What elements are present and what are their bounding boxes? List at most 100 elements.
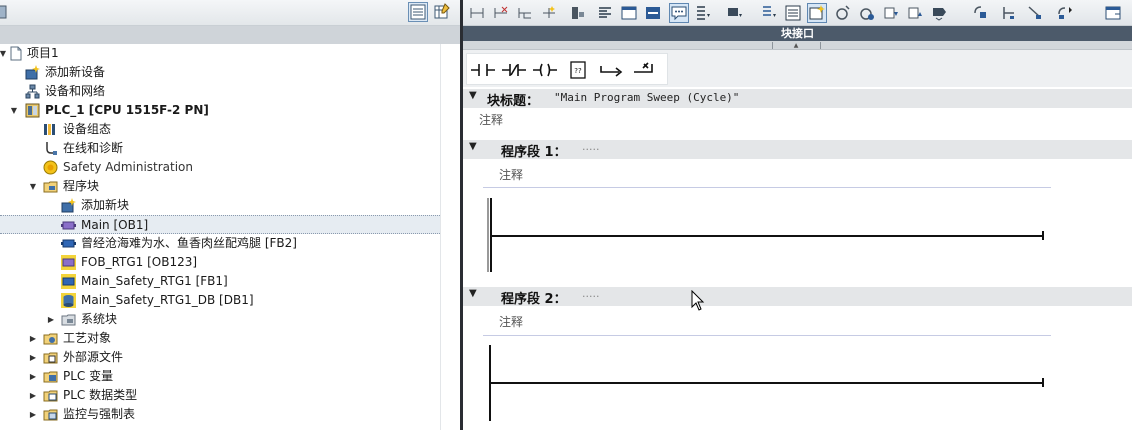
network-1-left-rail-shadow: [487, 198, 489, 272]
network-1-rung[interactable]: [492, 235, 1044, 237]
collapse-arrow-icon[interactable]: ▼: [9, 101, 19, 120]
compare-button[interactable]: [929, 3, 949, 23]
network-1-title-field[interactable]: .....: [582, 140, 599, 153]
close-branch-button[interactable]: [630, 60, 658, 80]
call-hierarchy-button[interactable]: [971, 3, 991, 23]
tree-item-devices-networks[interactable]: 设备和网络: [0, 82, 460, 101]
insert-network-button[interactable]: [467, 3, 487, 23]
assignment-button[interactable]: [999, 3, 1019, 23]
upload-button[interactable]: [905, 3, 925, 23]
add-device-icon: [25, 65, 40, 80]
tree-item-program-blocks[interactable]: ▼ 程序块: [0, 177, 460, 196]
tree-item-plc-tags[interactable]: ▶ PLC 变量: [0, 367, 460, 386]
collapse-caret-icon[interactable]: ▼: [469, 141, 477, 152]
collapse-caret-icon[interactable]: ▼: [469, 288, 477, 299]
open-branch-button[interactable]: [597, 60, 625, 80]
tree-item-add-device[interactable]: 添加新设备: [0, 63, 460, 82]
detail-view-button[interactable]: [408, 2, 428, 22]
tree-item-main-ob1[interactable]: Main [OB1]: [0, 215, 460, 234]
grip-icon[interactable]: ▲: [791, 43, 801, 49]
panel-icon: [646, 7, 660, 19]
empty-box-button[interactable]: ??: [564, 60, 592, 80]
project-icon: [10, 46, 22, 61]
block-icon: [572, 7, 584, 19]
block-title-value[interactable]: "Main Program Sweep (Cycle)": [554, 91, 739, 104]
tree-item-add-block[interactable]: 添加新块: [0, 196, 460, 215]
list-view-icon: [410, 4, 426, 20]
expand-arrow-icon[interactable]: ▶: [28, 329, 38, 348]
play-button[interactable]: [1055, 3, 1075, 23]
comment-toggle-button[interactable]: [669, 3, 689, 23]
network-2-rung[interactable]: [491, 382, 1044, 384]
no-contact-button[interactable]: [469, 60, 497, 80]
reference-icon: [1028, 6, 1041, 19]
collapse-arrow-icon[interactable]: ▼: [28, 177, 38, 196]
interface-splitter-ruler[interactable]: ▲: [463, 41, 1132, 50]
go-offline-button[interactable]: [857, 3, 877, 23]
block-button[interactable]: [567, 3, 587, 23]
tree-item-fob-rtg1[interactable]: FOB_RTG1 [OB123]: [0, 253, 460, 272]
download-button[interactable]: [881, 3, 901, 23]
normally-closed-contact-icon: [502, 64, 526, 76]
reference-button[interactable]: [1025, 3, 1045, 23]
expand-arrow-icon[interactable]: ▶: [28, 405, 38, 424]
tree-item-external-sources[interactable]: ▶ 外部源文件: [0, 348, 460, 367]
tree-item-system-blocks[interactable]: ▶ 系统块: [0, 310, 460, 329]
play-icon: [1058, 7, 1072, 19]
tree-item-project[interactable]: ▼ 项目1: [0, 44, 460, 63]
tree-item-fb2[interactable]: 曾经沧海难为水、鱼香肉丝配鸡腿 [FB2]: [0, 234, 460, 253]
absolute-address-button[interactable]: [759, 3, 779, 23]
monitor-button[interactable]: [725, 3, 745, 23]
tree-item-safety-admin[interactable]: Safety Administration: [0, 158, 460, 177]
favorites-button[interactable]: [807, 3, 827, 23]
expand-arrow-icon[interactable]: ▶: [28, 348, 38, 367]
nc-contact-button[interactable]: [500, 60, 528, 80]
tree-item-watch-tables[interactable]: ▶ 监控与强制表: [0, 405, 460, 424]
list-view-icon: [785, 5, 801, 21]
panel-button[interactable]: [643, 3, 663, 23]
branch-button[interactable]: [515, 3, 535, 23]
insert-branch-button[interactable]: [539, 3, 559, 23]
network-1-header[interactable]: ▼ 程序段 1： .....: [463, 140, 1132, 160]
delete-network-button[interactable]: [491, 3, 511, 23]
expand-all-button[interactable]: [693, 3, 713, 23]
editor-toolbar: [463, 0, 1132, 26]
tree-side-column: [440, 44, 460, 430]
branch-insert-icon: [543, 6, 555, 18]
tree-item-main-safety-fb1[interactable]: Main_Safety_RTG1 [FB1]: [0, 272, 460, 291]
tree-item-tech-objects[interactable]: ▶ 工艺对象: [0, 329, 460, 348]
block-interface-bar[interactable]: 块接口: [463, 26, 1132, 41]
align-left-button[interactable]: [595, 3, 615, 23]
tree-item-plc1[interactable]: ▼ PLC_1 [CPU 1515F-2 PN]: [0, 101, 460, 120]
comment-underline: [483, 335, 1051, 336]
tree-item-online-diag[interactable]: 在线和诊断: [0, 139, 460, 158]
comment-icon: [671, 6, 687, 21]
open-branch-icon: [600, 66, 623, 77]
collapse-arrow-icon[interactable]: ▼: [0, 44, 8, 63]
tree-item-main-safety-db1[interactable]: Main_Safety_RTG1_DB [DB1]: [0, 291, 460, 310]
block-title-label: 块标题：: [487, 94, 540, 109]
block-title-header[interactable]: ▼ 块标题： "Main Program Sweep (Cycle)": [463, 89, 1132, 109]
expand-arrow-icon[interactable]: ▶: [28, 386, 38, 405]
go-online-button[interactable]: [833, 3, 853, 23]
expand-arrow-icon[interactable]: ▶: [46, 310, 56, 329]
fb-block-icon: [61, 239, 76, 248]
network-2-rung-end: [1042, 378, 1044, 387]
network-2-title-field[interactable]: .....: [582, 287, 599, 300]
overview-button[interactable]: [432, 2, 452, 22]
safety-ob-icon: [61, 255, 76, 270]
window-split-button[interactable]: [1103, 3, 1123, 23]
assignment-icon: [1003, 7, 1014, 19]
view-lines-button[interactable]: [783, 3, 803, 23]
network-2-comment[interactable]: 注释: [499, 313, 523, 330]
tree-item-plc-datatypes[interactable]: ▶ PLC 数据类型: [0, 386, 460, 405]
network-2-header[interactable]: ▼ 程序段 2： .....: [463, 287, 1132, 307]
expand-arrow-icon[interactable]: ▶: [28, 367, 38, 386]
network-1-comment[interactable]: 注释: [499, 166, 523, 183]
expand-all-icon: [697, 6, 710, 20]
tree-item-device-config[interactable]: 设备组态: [0, 120, 460, 139]
collapse-caret-icon[interactable]: ▼: [469, 90, 477, 101]
block-comment[interactable]: 注释: [479, 111, 503, 128]
window-button[interactable]: [619, 3, 639, 23]
coil-button[interactable]: [531, 60, 559, 80]
